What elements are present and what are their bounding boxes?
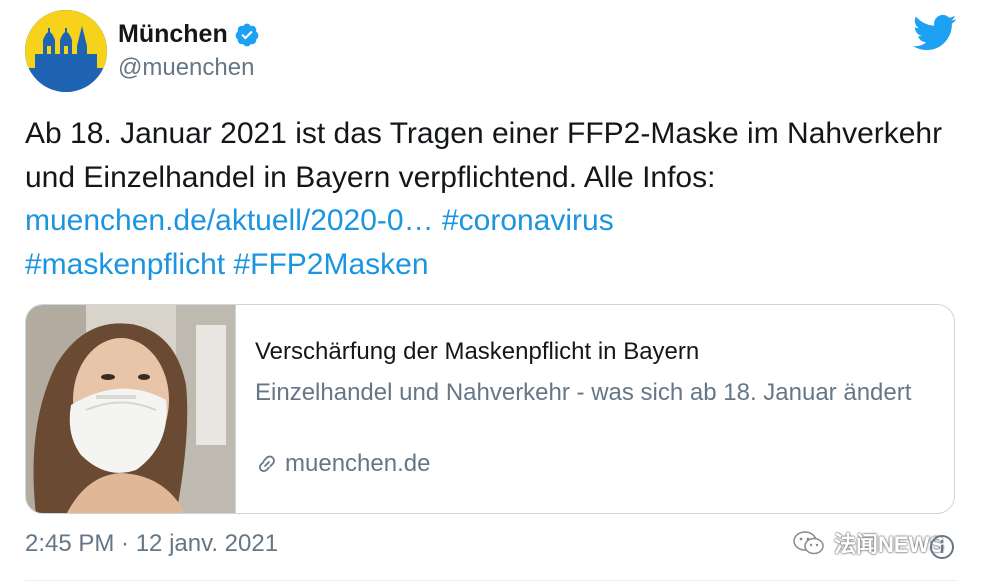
twitter-bird-icon[interactable] bbox=[913, 14, 957, 52]
author-handle[interactable]: @muenchen bbox=[118, 54, 254, 82]
card-title[interactable]: Verschärfung der Maskenpflicht in Bayern bbox=[255, 338, 699, 366]
display-name[interactable]: München bbox=[118, 20, 260, 49]
hashtag-coronavirus[interactable]: #coronavirus bbox=[442, 204, 614, 237]
wechat-icon bbox=[792, 530, 826, 556]
tweet-timestamp[interactable]: 2:45 PM · 12 janv. 2021 bbox=[25, 530, 278, 558]
hashtag-maskenpflicht[interactable]: #maskenpflicht bbox=[25, 248, 225, 281]
watermark: 法闻NEWS bbox=[792, 527, 944, 559]
verified-badge-icon bbox=[234, 22, 260, 48]
display-name-text[interactable]: München bbox=[118, 20, 228, 49]
card-domain[interactable]: muenchen.de bbox=[255, 450, 430, 478]
hashtag-ffp2masken[interactable]: #FFP2Masken bbox=[233, 248, 428, 281]
tweet-text: Ab 18. Januar 2021 ist das Tragen einer … bbox=[25, 112, 945, 286]
link-preview-card[interactable]: Verschärfung der Maskenpflicht in Bayern… bbox=[25, 304, 955, 514]
woman-mask-photo-icon bbox=[26, 305, 235, 513]
tweet-link[interactable]: muenchen.de/aktuell/2020-0… bbox=[25, 204, 434, 237]
divider bbox=[25, 580, 957, 581]
avatar[interactable] bbox=[25, 10, 107, 92]
card-description: Einzelhandel und Nahverkehr - was sich a… bbox=[255, 379, 912, 406]
card-image[interactable] bbox=[26, 305, 236, 513]
link-icon bbox=[255, 452, 279, 476]
card-domain-text[interactable]: muenchen.de bbox=[285, 450, 430, 478]
munich-logo-icon bbox=[25, 10, 107, 92]
tweet-body: Ab 18. Januar 2021 ist das Tragen einer … bbox=[25, 117, 943, 194]
info-icon[interactable] bbox=[928, 533, 956, 561]
